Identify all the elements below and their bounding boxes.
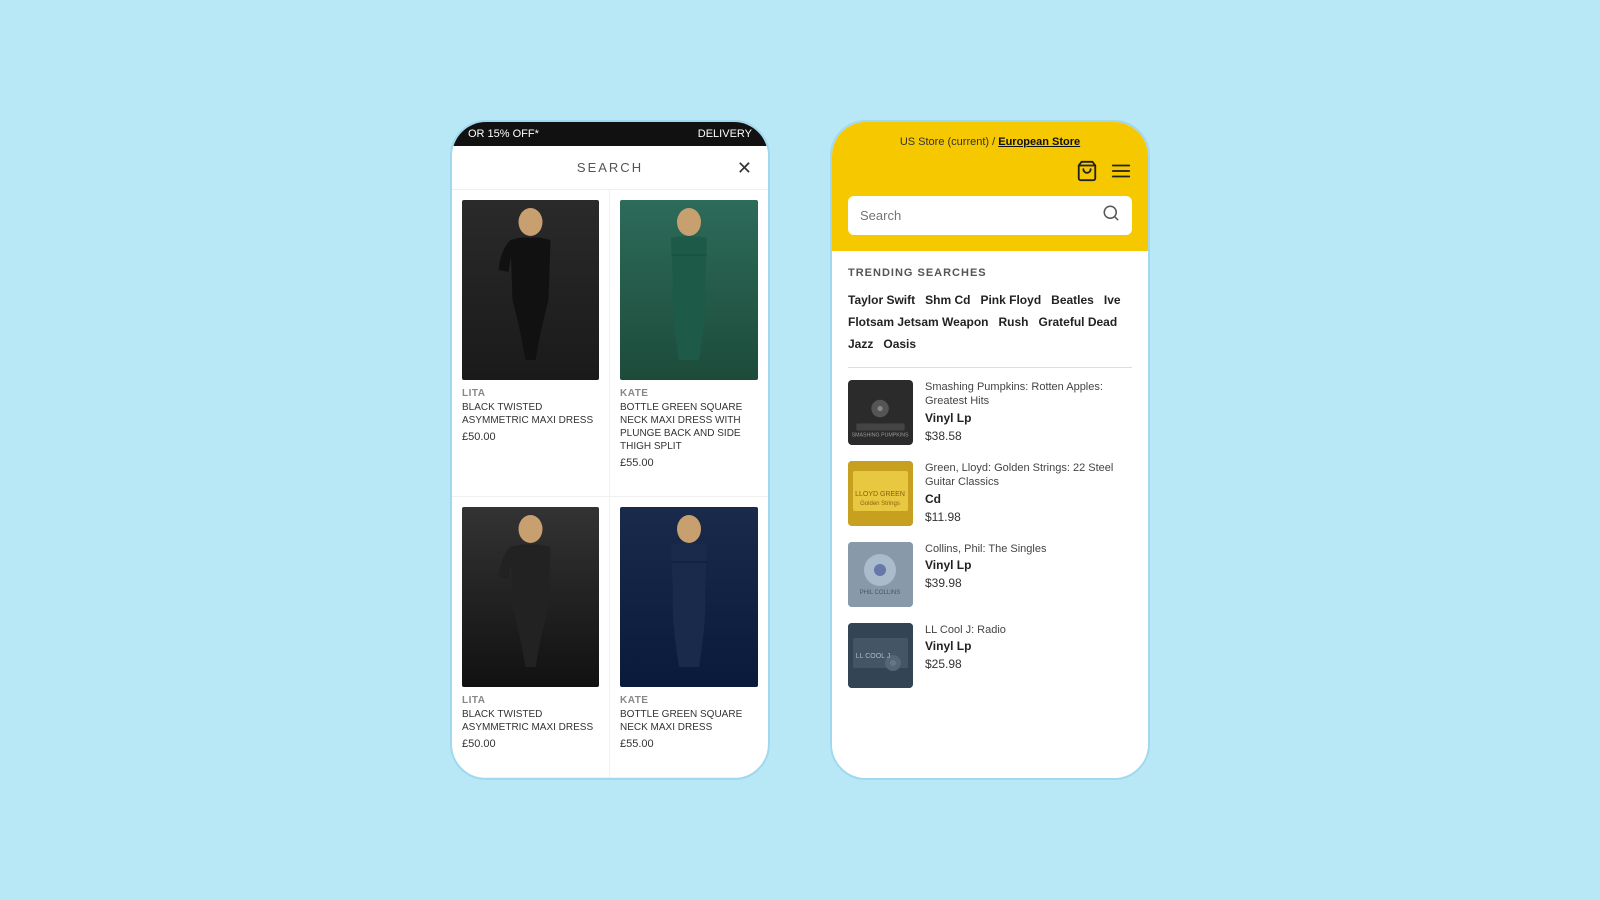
result-type: Vinyl Lp — [925, 411, 1132, 425]
result-name: LL Cool J: Radio — [925, 623, 1132, 637]
result-thumbnail: LLOYD GREEN Golden Strings — [848, 461, 913, 526]
result-price: $38.58 — [925, 429, 1132, 443]
menu-button[interactable] — [1110, 160, 1132, 186]
product-image — [620, 507, 758, 687]
result-item[interactable]: SMASHING PUMPKINS Smashing Pumpkins: Rot… — [848, 380, 1132, 445]
result-name: Green, Lloyd: Golden Strings: 22 Steel G… — [925, 461, 1132, 490]
svg-text:Golden Strings: Golden Strings — [860, 501, 900, 507]
product-brand: KATE — [620, 695, 758, 706]
result-thumbnail: PHIL COLLINS — [848, 542, 913, 607]
tag-ive[interactable]: Ive — [1104, 293, 1121, 307]
product-card[interactable]: KATE BOTTLE GREEN SQUARE NECK MAXI DRESS… — [610, 497, 768, 778]
svg-text:LL COOL J: LL COOL J — [856, 653, 891, 660]
divider — [848, 367, 1132, 368]
album-thumbnail-svg: LL COOL J — [848, 623, 913, 688]
product-name: BLACK TWISTED ASYMMETRIC MAXI DRESS — [462, 401, 599, 427]
product-card[interactable]: LITA BLACK TWISTED ASYMMETRIC MAXI DRESS… — [452, 190, 610, 497]
search-header: SEARCH ✕ — [452, 146, 768, 190]
yellow-header: US Store (current) / European Store — [832, 122, 1148, 251]
svg-text:PHIL COLLINS: PHIL COLLINS — [860, 590, 900, 596]
trending-title: TRENDING SEARCHES — [848, 267, 1132, 279]
product-image — [462, 507, 599, 687]
search-icon — [1102, 204, 1120, 222]
result-type: Vinyl Lp — [925, 558, 1132, 572]
product-brand: LITA — [462, 695, 599, 706]
product-image — [462, 200, 599, 380]
cart-button[interactable] — [1076, 160, 1098, 186]
product-card[interactable]: KATE BOTTLE GREEN SQUARE NECK MAXI DRESS… — [610, 190, 768, 497]
result-item[interactable]: PHIL COLLINS Collins, Phil: The Singles … — [848, 542, 1132, 607]
promo-banner: OR 15% OFF* DELIVERY — [452, 122, 768, 146]
store-current: US Store (current) / — [900, 136, 998, 148]
tag-flotsam[interactable]: Flotsam Jetsam Weapon — [848, 315, 988, 329]
search-submit-button[interactable] — [1102, 204, 1120, 227]
album-thumbnail-svg: LLOYD GREEN Golden Strings — [848, 461, 913, 526]
european-store-link[interactable]: European Store — [998, 136, 1080, 148]
tag-shm-cd[interactable]: Shm Cd — [925, 293, 970, 307]
product-info: KATE BOTTLE GREEN SQUARE NECK MAXI DRESS… — [620, 687, 758, 750]
result-item[interactable]: LL COOL J LL Cool J: Radio Vinyl Lp $25.… — [848, 623, 1132, 688]
product-info: LITA BLACK TWISTED ASYMMETRIC MAXI DRESS… — [462, 687, 599, 750]
product-brand: KATE — [620, 388, 758, 399]
product-name: BOTTLE GREEN SQUARE NECK MAXI DRESS — [620, 708, 758, 734]
result-price: $25.98 — [925, 657, 1132, 671]
products-grid: LITA BLACK TWISTED ASYMMETRIC MAXI DRESS… — [452, 190, 768, 778]
product-price: £50.00 — [462, 738, 599, 750]
store-nav: US Store (current) / European Store — [848, 136, 1132, 148]
search-bar — [848, 196, 1132, 235]
product-info: LITA BLACK TWISTED ASYMMETRIC MAXI DRESS… — [462, 380, 599, 443]
album-thumbnail-svg: PHIL COLLINS — [848, 542, 913, 607]
tag-taylor-swift[interactable]: Taylor Swift — [848, 293, 915, 307]
product-name: BLACK TWISTED ASYMMETRIC MAXI DRESS — [462, 708, 599, 734]
result-name: Collins, Phil: The Singles — [925, 542, 1132, 556]
search-title: SEARCH — [577, 160, 643, 175]
left-phone: OR 15% OFF* DELIVERY SEARCH ✕ LITA BLACK… — [450, 120, 770, 780]
right-phone: US Store (current) / European Store — [830, 120, 1150, 780]
tag-grateful-dead[interactable]: Grateful Dead — [1038, 315, 1117, 329]
tag-jazz[interactable]: Jazz — [848, 337, 873, 351]
delivery-text: DELIVERY — [698, 128, 752, 140]
product-price: £55.00 — [620, 457, 758, 469]
cart-icon — [1076, 160, 1098, 182]
result-price: $39.98 — [925, 576, 1132, 590]
promo-text: OR 15% OFF* — [468, 128, 539, 140]
svg-text:SMASHING PUMPKINS: SMASHING PUMPKINS — [852, 433, 909, 439]
product-image — [620, 200, 758, 380]
tag-oasis[interactable]: Oasis — [883, 337, 916, 351]
close-button[interactable]: ✕ — [737, 159, 752, 177]
hamburger-icon — [1110, 160, 1132, 182]
product-price: £50.00 — [462, 431, 599, 443]
product-info: KATE BOTTLE GREEN SQUARE NECK MAXI DRESS… — [620, 380, 758, 469]
result-thumbnail: LL COOL J — [848, 623, 913, 688]
product-card[interactable]: LITA BLACK TWISTED ASYMMETRIC MAXI DRESS… — [452, 497, 610, 778]
result-info: Smashing Pumpkins: Rotten Apples: Greate… — [925, 380, 1132, 443]
result-info: LL Cool J: Radio Vinyl Lp $25.98 — [925, 623, 1132, 671]
tag-beatles[interactable]: Beatles — [1051, 293, 1094, 307]
album-thumbnail-svg: SMASHING PUMPKINS — [848, 384, 913, 441]
product-brand: LITA — [462, 388, 599, 399]
result-price: $11.98 — [925, 510, 1132, 524]
result-info: Collins, Phil: The Singles Vinyl Lp $39.… — [925, 542, 1132, 590]
search-content: TRENDING SEARCHES Taylor Swift Shm Cd Pi… — [832, 251, 1148, 778]
tag-rush[interactable]: Rush — [998, 315, 1028, 329]
tag-pink-floyd[interactable]: Pink Floyd — [980, 293, 1041, 307]
product-price: £55.00 — [620, 738, 758, 750]
svg-text:LLOYD GREEN: LLOYD GREEN — [855, 491, 905, 498]
result-item[interactable]: LLOYD GREEN Golden Strings Green, Lloyd:… — [848, 461, 1132, 526]
product-name: BOTTLE GREEN SQUARE NECK MAXI DRESS WITH… — [620, 401, 758, 453]
result-info: Green, Lloyd: Golden Strings: 22 Steel G… — [925, 461, 1132, 524]
result-type: Cd — [925, 492, 1132, 506]
result-type: Vinyl Lp — [925, 639, 1132, 653]
result-name: Smashing Pumpkins: Rotten Apples: Greate… — [925, 380, 1132, 409]
result-thumbnail: SMASHING PUMPKINS — [848, 380, 913, 445]
search-input[interactable] — [860, 208, 1094, 223]
trending-tags: Taylor Swift Shm Cd Pink Floyd Beatles I… — [848, 293, 1132, 351]
header-icons — [848, 160, 1132, 186]
